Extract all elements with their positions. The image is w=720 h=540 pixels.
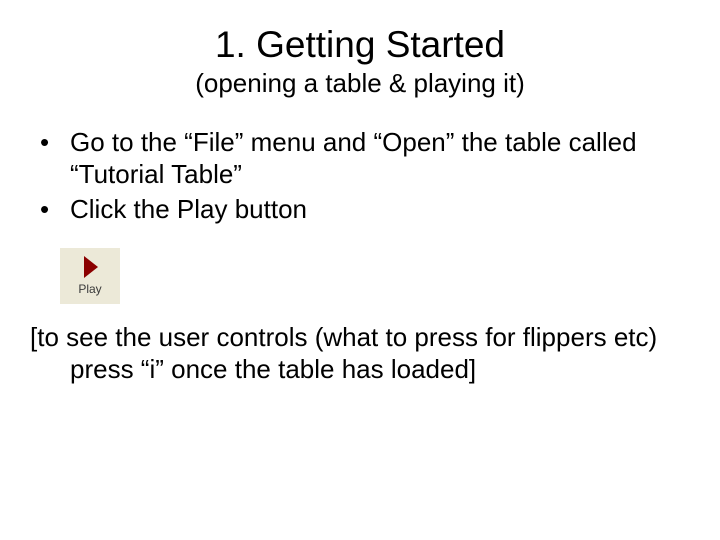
play-button-label: Play	[60, 282, 120, 296]
slide-subtitle: (opening a table & playing it)	[30, 68, 690, 99]
bullet-item: Click the Play button	[30, 194, 690, 226]
bullet-item: Go to the “File” menu and “Open” the tab…	[30, 127, 690, 190]
bullet-list: Go to the “File” menu and “Open” the tab…	[30, 127, 690, 226]
slide: 1. Getting Started (opening a table & pl…	[0, 0, 720, 540]
play-button[interactable]: Play	[60, 248, 120, 304]
slide-title: 1. Getting Started	[30, 24, 690, 66]
slide-note: [to see the user controls (what to press…	[30, 322, 690, 385]
play-icon	[60, 254, 120, 280]
